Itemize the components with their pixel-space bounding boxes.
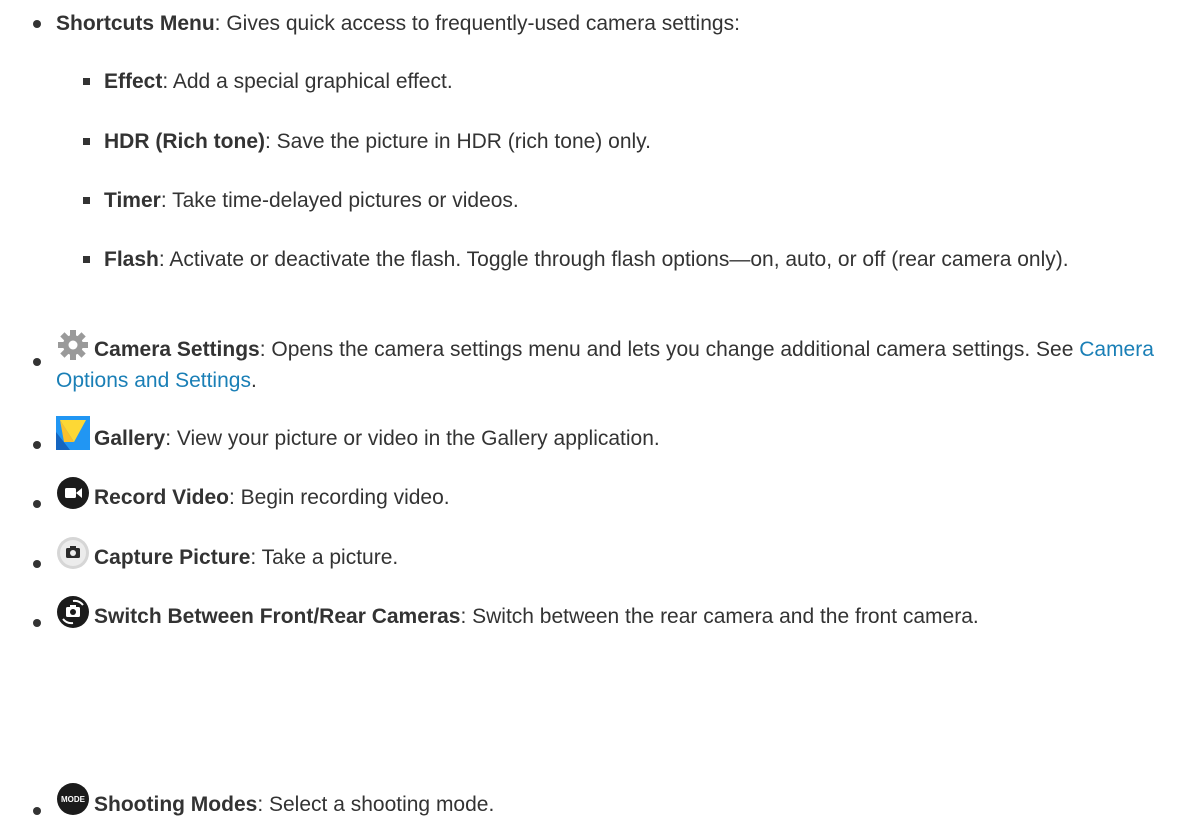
description: : Add a special graphical effect. (162, 70, 453, 93)
square-bullet (83, 78, 90, 85)
term: HDR (Rich tone) (104, 130, 265, 153)
description: : Switch between the rear camera and the… (460, 605, 979, 628)
square-bullet (83, 197, 90, 204)
description: : Gives quick access to frequently-used … (214, 12, 740, 35)
description: : View your picture or video in the Gall… (165, 427, 660, 450)
bullet (33, 560, 41, 568)
term: Gallery (94, 427, 166, 450)
description: : Begin recording video. (228, 486, 450, 509)
square-bullet (83, 256, 90, 263)
bullet (33, 807, 41, 815)
bullet (33, 500, 41, 508)
description-end: . (250, 369, 257, 392)
bullet (33, 358, 41, 366)
term: Camera Settings (94, 338, 260, 361)
description: : Save the picture in HDR (rich tone) on… (265, 130, 651, 153)
term: Timer (104, 189, 161, 212)
bullet (33, 619, 41, 627)
term: Switch Between Front/Rear Cameras (94, 605, 461, 628)
term: Capture Picture (94, 546, 251, 569)
description: : Take a picture. (250, 546, 399, 569)
bullet (33, 441, 41, 449)
description: : Opens the camera settings menu and let… (259, 338, 1080, 361)
description: : Activate or deactivate the flash. Togg… (158, 248, 1069, 271)
term: Effect (104, 70, 163, 93)
term: Shooting Modes (94, 793, 258, 816)
bullet (33, 20, 41, 28)
document-page: Shortcuts Menu: Gives quick access to fr… (0, 0, 1191, 830)
square-bullet (83, 138, 90, 145)
description: : Take time-delayed pictures or videos. (160, 189, 519, 212)
term: Shortcuts Menu (56, 12, 215, 35)
description: : Select a shooting mode. (257, 793, 495, 816)
term: Flash (104, 248, 159, 271)
term: Record Video (94, 486, 229, 509)
